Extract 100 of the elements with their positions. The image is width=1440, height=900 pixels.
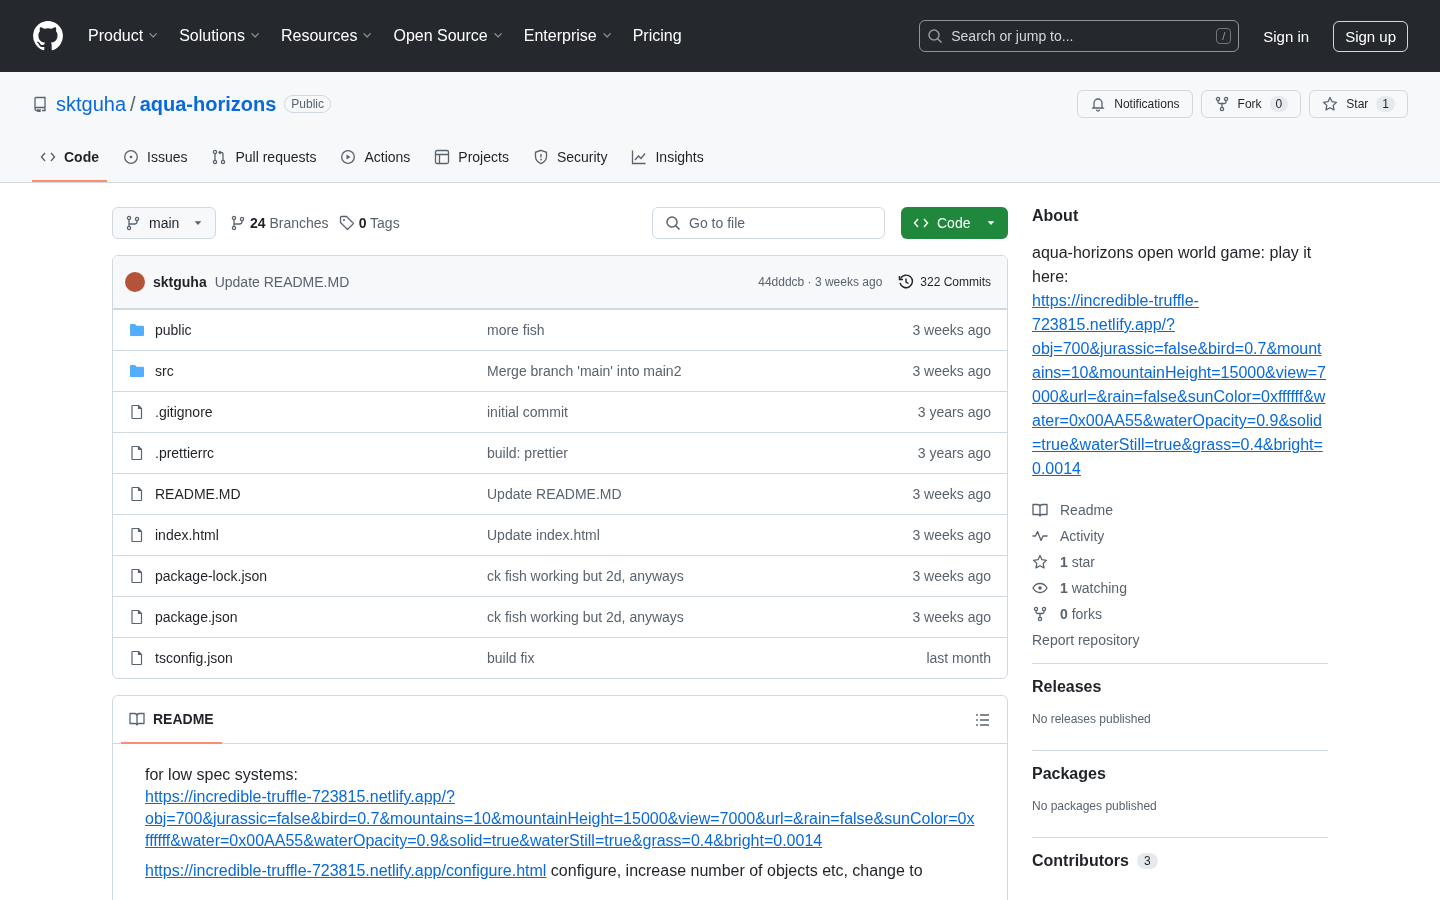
go-to-file-field[interactable]: Go to file [652,207,885,239]
commit-message[interactable]: more fish [487,322,545,338]
branch-icon [125,215,141,231]
commit-message[interactable]: Merge branch 'main' into main2 [487,363,682,379]
counter: 0 [1269,96,1289,112]
repo-tab[interactable]: Security [524,134,616,182]
commit-message[interactable]: Update README.MD [487,486,622,502]
commit-time: 3 weeks ago [912,568,991,584]
section-title[interactable]: Releases [1032,678,1102,696]
search-icon [927,28,944,44]
file-link[interactable]: tsconfig.json [155,650,233,666]
logo-icon[interactable] [32,20,64,52]
branch-icon [230,215,246,231]
sidebar-link[interactable]: 0 forks [1060,606,1103,622]
repo-tab[interactable]: Actions [332,134,419,182]
shortcut-key: / [1216,28,1232,44]
sign-in-link[interactable]: Sign in [1255,21,1318,51]
repo-tab[interactable]: Projects [426,134,517,182]
link[interactable]: https://incredible-truffle-723815.netlify.app/?obj=700&jurassic=false&bird=0.7&mountains=10&mountainHeight=15000&view=7000&url=&rain=false&sunColor=0xffffff&water=0x00AA55&waterOpacity=0.9&solid=true&waterStill=true&grass=0.4&bright=0.0014 [1032,289,1328,481]
commit-time: last month [926,650,991,666]
tags-link[interactable]: 0 Tags [358,215,400,231]
nav-menu-item[interactable]: Resources [272,19,384,53]
link[interactable]: https://incredible-truffle-723815.netlify.app/?obj=700&jurassic=false&bird=0.7&mountains=10&mountainHeight=15000&view=7000&url=&rain=false&sunColor=0xffffff&water=0x00AA55&waterOpacity=0.9&solid=true&waterStill=true&grass=0.4&bright=0.0014 [145,786,975,852]
file-icon [129,568,145,584]
commit-time: 3 weeks ago [912,527,991,543]
sidebar-link[interactable]: 1 star [1060,554,1096,570]
commit-time: 3 weeks ago [912,322,991,338]
search-icon [665,215,681,231]
file-link[interactable]: .gitignore [155,404,213,420]
counter: 3 [1136,853,1158,869]
owner-link[interactable]: sktguha [56,92,127,116]
section-title[interactable]: Packages [1032,765,1106,783]
section-title[interactable]: Contributors [1032,852,1129,870]
report-link[interactable]: Report repository [1032,632,1140,648]
commit-author[interactable]: sktguha [153,274,207,290]
repo-action-button[interactable]: Fork 0 [1200,90,1302,118]
pull-request-icon [211,149,228,165]
pulse-icon [1032,528,1048,544]
sidebar-link[interactable]: Activity [1060,528,1105,544]
caret-icon [986,218,996,228]
empty-note: No releases published [1032,712,1152,726]
repo-action-button[interactable]: Star 1 [1309,90,1408,118]
nav-menu-item[interactable]: Enterprise [515,19,623,53]
avatar [125,272,145,292]
list-icon [975,711,991,728]
folder-link[interactable]: src [155,363,174,379]
file-icon [129,404,145,420]
branch-dropdown[interactable]: main [112,207,216,239]
commit-message[interactable]: ck fish working but 2d, anyways [487,609,684,625]
commit-time: 3 years ago [917,445,991,461]
play-icon [340,149,357,165]
commit-message[interactable]: Update index.html [487,527,600,543]
repo-name-link[interactable]: aqua-horizons [139,92,277,116]
commit-time: 3 years ago [917,404,991,420]
commits-link[interactable]: 322 Commits [920,275,991,289]
book-icon [1032,502,1048,518]
bell-icon [1090,96,1107,112]
commit-time: 3 weeks ago [912,363,991,379]
nav-menu-item[interactable]: Pricing [624,19,690,53]
counter: 1 [1376,96,1395,112]
folder-icon [129,322,145,338]
file-link[interactable]: package.json [155,609,238,625]
repo-tab[interactable]: Pull requests [203,134,325,182]
file-link[interactable]: package-lock.json [155,568,268,584]
folder-link[interactable]: public [155,322,192,338]
file-link[interactable]: .prettierrc [155,445,215,461]
commit-message[interactable]: initial commit [487,404,568,420]
nav-menu-item[interactable]: Open Source [385,19,514,53]
repo-tab[interactable]: Insights [623,134,712,182]
repo-action-button[interactable]: Notifications [1077,90,1193,118]
code-button[interactable]: Code [901,207,1008,239]
commit-message[interactable]: Update README.MD [214,274,350,290]
file-link[interactable]: index.html [155,527,219,543]
nav-menu-item[interactable]: Solutions [171,19,271,53]
search-field[interactable]: Search or jump to... / [919,20,1240,52]
sign-up-button[interactable]: Sign up [1333,20,1408,52]
repo-tab[interactable]: Code [32,134,107,182]
link[interactable]: https://incredible-truffle-723815.netlify.app/configure.html [145,862,547,879]
repo-icon [32,96,48,112]
commit-time: 3 weeks ago [912,609,991,625]
file-icon [129,650,145,666]
commit-message[interactable]: ck fish working but 2d, anyways [487,568,684,584]
commit-hash-time[interactable]: 44dddcb · 3 weeks ago [758,275,883,289]
repo-description: aqua-horizons open world game: play it here: https://incredible-truffle-723815.netlify.app/?obj=700&jurassic=false&bird=0.7&mountains=10&mountainHeight=15000&view=7000&url=&rain=false&sunColor=0xffffff&water=0x00AA55&waterOpacity=0.9&solid=true&waterStill=true&grass=0.4&bright=0.0014 [1032,241,1328,481]
eye-icon [1032,580,1048,596]
book-icon [129,710,145,727]
repo-tab[interactable]: Issues [115,134,196,182]
branches-link[interactable]: 24 Branches [250,215,329,231]
section-title: About [1032,207,1080,225]
sidebar-link[interactable]: Readme [1060,502,1113,518]
file-icon [129,445,145,461]
caret-icon [193,218,203,228]
commit-message[interactable]: build fix [487,650,535,666]
nav-menu-item[interactable]: Product [80,19,170,53]
fork-icon [1213,96,1230,112]
commit-message[interactable]: build: prettier [487,445,568,461]
file-link[interactable]: README.MD [155,486,241,502]
readme-tab[interactable]: README [121,695,222,744]
sidebar-link[interactable]: 1 watching [1060,580,1127,596]
circle-dot-icon [123,149,139,165]
